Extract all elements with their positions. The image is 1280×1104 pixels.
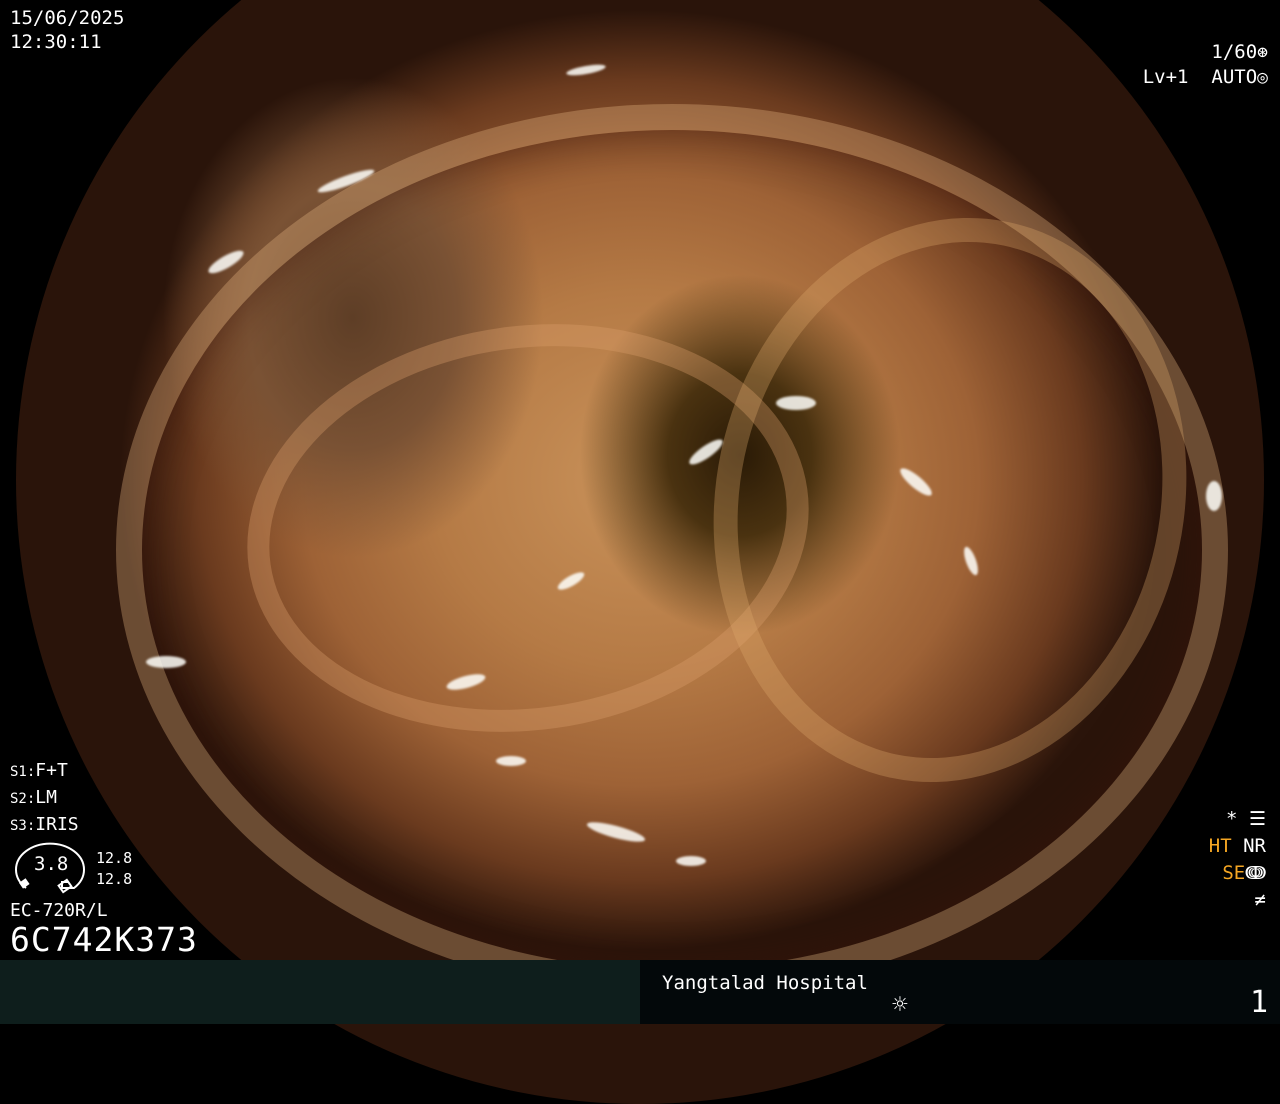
light-reflection: [961, 545, 981, 577]
aperture-icon: ⊛: [1257, 42, 1268, 63]
mucosa-fold-left: [220, 288, 836, 768]
se-indicator: SE: [1222, 862, 1246, 884]
s1-label: S1:: [10, 764, 36, 780]
gauge-value: 3.8: [34, 853, 69, 875]
image-processing-status: * ☰ HT NR SEↈ ≠: [1209, 806, 1266, 914]
s1-value: F+T: [35, 760, 68, 781]
gauge-readouts: 12.8 12.8: [96, 848, 132, 890]
ht-indicator: HT: [1208, 835, 1232, 857]
level-text: Lv+1: [1142, 66, 1189, 88]
scope-serial: 6C742K373: [10, 920, 198, 959]
light-reflection: [896, 464, 936, 500]
s2-value: LM: [35, 787, 57, 808]
s3-label: S3:: [10, 818, 36, 834]
scope-settings: S1:F+T S2:LM S3:IRIS: [10, 758, 79, 839]
timestamp: 15/06/2025 12:30:11: [10, 6, 124, 54]
nr-indicator: NR: [1243, 835, 1266, 857]
star-indicator: *: [1226, 808, 1238, 830]
light-reflection: [146, 656, 186, 668]
gauge-readout-top: 12.8: [96, 849, 133, 867]
light-reflection: [565, 62, 607, 78]
shutter-text: 1/60: [1211, 41, 1258, 63]
iris-icon: ◎: [1257, 67, 1268, 88]
date-text: 15/06/2025: [10, 7, 125, 29]
light-reflection: [585, 818, 647, 846]
s2-label: S2:: [10, 791, 36, 807]
brightness-icon: ☼: [892, 990, 908, 1020]
exposure-info: 1/60⊛ Lv+1 AUTO◎: [1143, 40, 1268, 90]
scope-model: EC-720R/L: [10, 900, 108, 921]
not-equal-icon: ≠: [1254, 889, 1266, 911]
image-number: 1: [1250, 985, 1269, 1020]
time-text: 12:30:11: [10, 31, 102, 53]
light-reflection: [205, 246, 247, 278]
contrast-curve-icon: ↈ: [1245, 862, 1266, 884]
mucosa-fold-outer: [116, 104, 1228, 996]
light-reflection: [686, 435, 726, 469]
mucosa-fold-right: [662, 173, 1238, 827]
settings-panel-icon: ☰: [1248, 808, 1266, 830]
light-reflection: [1206, 481, 1222, 511]
light-reflection: [676, 856, 706, 866]
light-reflection: [555, 569, 587, 593]
mode-text: AUTO: [1211, 66, 1258, 88]
light-reflection: [316, 166, 376, 196]
light-reflection: [776, 396, 816, 410]
s3-value: IRIS: [35, 814, 79, 835]
light-reflection: [496, 756, 526, 766]
light-reflection: [445, 671, 487, 693]
gauge-readout-bottom: 12.8: [96, 870, 133, 888]
hospital-name: Yangtalad Hospital: [662, 972, 868, 994]
endoscope-image: [16, 0, 1264, 1104]
